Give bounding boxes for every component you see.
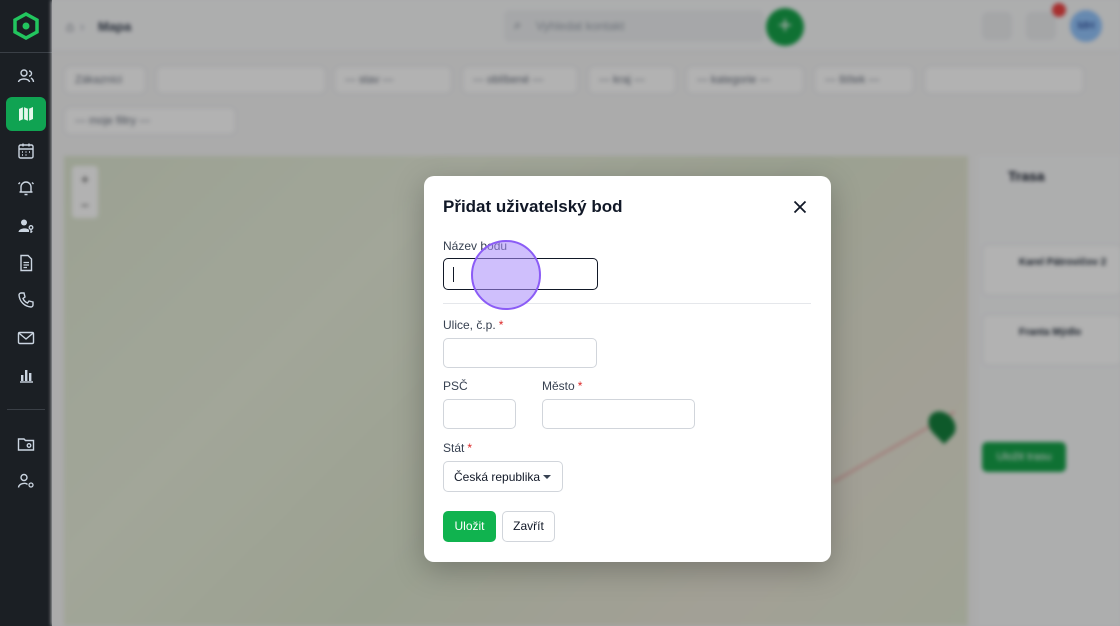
add-user-point-dialog: Přidat uživatelský bod Název bodu Ulice,… [424, 176, 831, 562]
city-label: Město * [542, 379, 583, 393]
users-icon [17, 69, 35, 83]
sidebar-item-user-access[interactable] [6, 209, 46, 243]
user-settings-icon [17, 473, 34, 488]
phone-icon [18, 292, 34, 308]
folder-settings-icon [17, 438, 35, 451]
sidebar-item-folder-settings[interactable] [6, 427, 46, 461]
sidebar-item-reports[interactable] [6, 358, 46, 392]
dialog-title: Přidat uživatelský bod [443, 197, 623, 216]
app-logo[interactable] [12, 12, 40, 40]
close-button[interactable] [790, 197, 810, 217]
zip-input[interactable] [443, 399, 516, 429]
cancel-button[interactable]: Zavřít [502, 511, 555, 542]
sidebar-item-user-settings[interactable] [6, 464, 46, 498]
zip-label: PSČ [443, 379, 468, 393]
sidebar-item-documents[interactable] [6, 246, 46, 280]
street-input[interactable] [443, 338, 597, 368]
city-input[interactable] [542, 399, 695, 429]
country-label: Stát * [443, 441, 473, 455]
sidebar-item-contacts[interactable] [6, 59, 46, 93]
calendar-icon [18, 143, 34, 159]
sidebar-item-map[interactable] [6, 97, 46, 131]
sidebar-divider [7, 409, 45, 410]
mail-icon [17, 331, 35, 345]
required-mark: * [498, 318, 504, 332]
sidebar-item-calls[interactable] [6, 283, 46, 317]
sidebar-item-notifications[interactable] [6, 171, 46, 205]
sidebar-item-mail[interactable] [6, 321, 46, 355]
required-mark: * [577, 379, 583, 393]
street-label: Ulice, č.p. * [443, 318, 504, 332]
map-icon [19, 107, 33, 121]
bell-icon [18, 181, 34, 196]
document-icon [20, 254, 33, 272]
sidebar-item-calendar[interactable] [6, 134, 46, 168]
close-icon [793, 200, 807, 214]
text-caret [453, 267, 454, 282]
country-select[interactable]: Česká republika [443, 461, 563, 492]
required-mark: * [467, 441, 473, 455]
save-button[interactable]: Uložit [443, 511, 496, 542]
click-indicator [471, 240, 541, 310]
chevron-down-icon [543, 475, 551, 479]
country-select-value: Česká republika [454, 470, 541, 484]
sidebar [0, 0, 52, 626]
bar-chart-icon [20, 370, 33, 383]
sidebar-divider [0, 52, 52, 53]
user-key-icon [18, 219, 34, 233]
